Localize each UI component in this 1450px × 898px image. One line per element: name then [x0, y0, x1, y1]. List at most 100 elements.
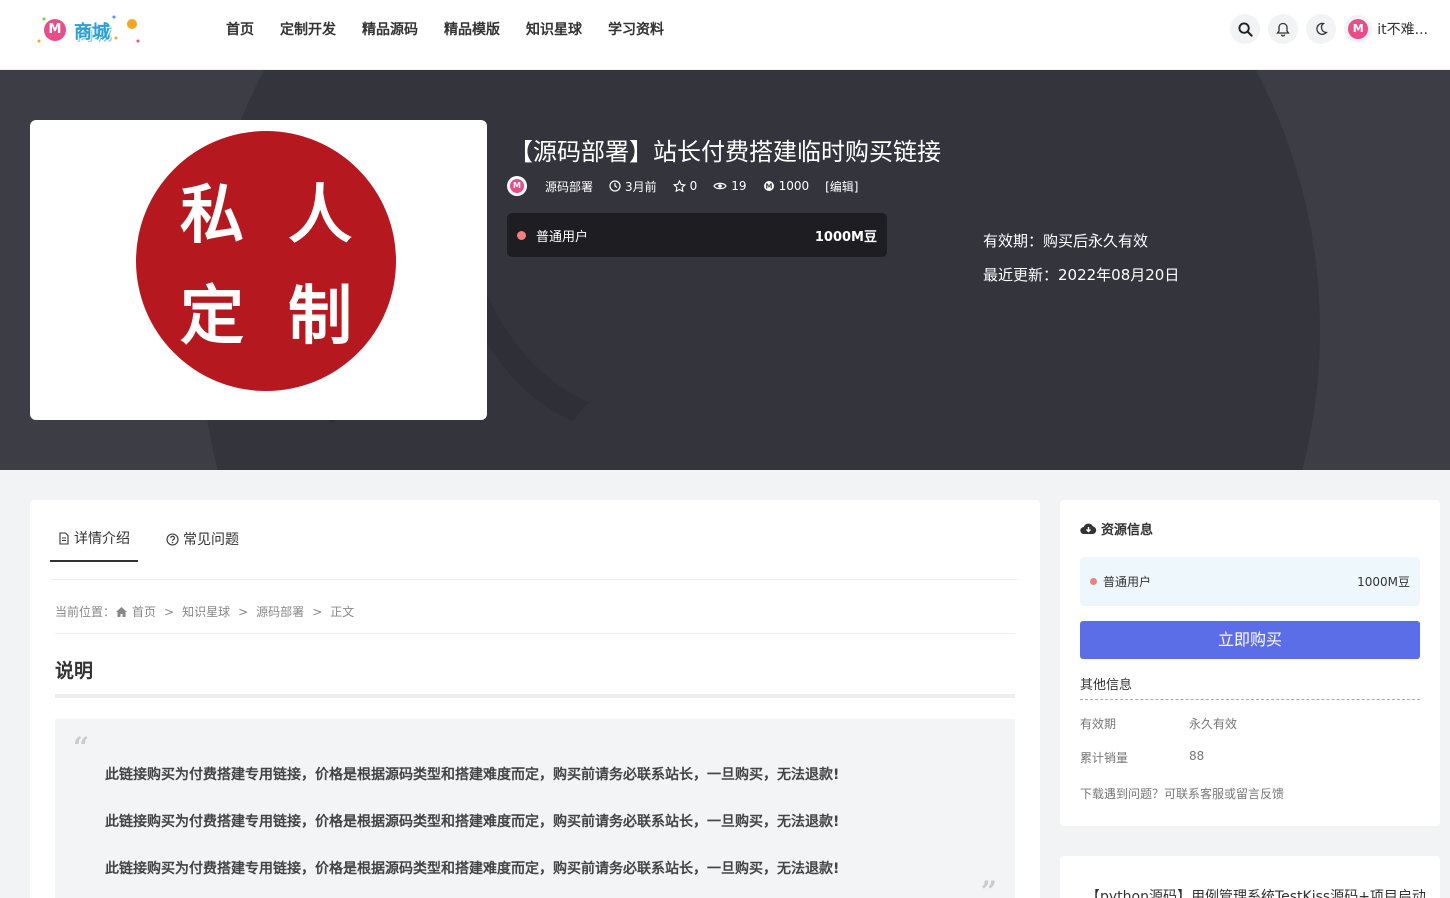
favorites[interactable]: 0	[672, 179, 698, 193]
author-avatar[interactable]: M	[507, 176, 527, 196]
site-logo[interactable]: M 商城	[36, 14, 142, 46]
bell-icon	[1276, 22, 1291, 37]
updated-text: 最近更新：2022年08月20日	[983, 266, 1180, 284]
views-count: 19	[731, 179, 747, 193]
help-text[interactable]: 下载遇到问题？可联系客服或留言反馈	[1080, 785, 1284, 802]
moon-icon	[1316, 22, 1329, 35]
buy-now-button[interactable]: 立即购买	[1080, 621, 1420, 659]
sidebar-price-amount: 1000M豆	[1357, 575, 1410, 589]
nav-custom-dev[interactable]: 定制开发	[280, 19, 336, 41]
tab-faq-label: 常见问题	[183, 532, 239, 548]
info-value: 永久有效	[1189, 717, 1238, 731]
seal-char-3: 定	[180, 279, 244, 354]
price-option-amount: 1000M豆	[814, 229, 877, 245]
tab-details-label: 详情介绍	[74, 531, 130, 547]
quote-line-2: 此链接购买为付费搭建专用链接，价格是根据源码类型和搭建难度而定，购买前请务必联系…	[105, 814, 840, 830]
sidebar-price-option[interactable]: 普通用户 1000M豆	[1080, 557, 1420, 606]
breadcrumb-sep: >	[164, 604, 175, 619]
breadcrumb-category[interactable]: 源码部署	[256, 603, 304, 620]
product-meta: M 源码部署 3月前 0 19 M 1000 [编辑]	[507, 176, 875, 196]
avatar-m-icon: M	[1348, 19, 1369, 39]
notification-button[interactable]	[1268, 14, 1299, 44]
post-time-value: 3月前	[625, 179, 657, 194]
coin-icon: M	[763, 181, 774, 191]
resource-info-card: 资源信息 普通用户 1000M豆 立即购买 其他信息 有效期 永久有效 累计销量…	[1060, 500, 1440, 826]
nav-source-code[interactable]: 精品源码	[362, 19, 418, 41]
sidebar-price-label: 普通用户	[1103, 575, 1152, 589]
product-cover-image[interactable]: 私 人 定 制	[30, 120, 487, 420]
info-key: 累计销量	[1080, 751, 1129, 765]
breadcrumb-home[interactable]: 首页	[115, 603, 156, 620]
resource-info-title: 资源信息	[1080, 519, 1153, 538]
info-key: 有效期	[1080, 717, 1117, 731]
price-option-label: 普通用户	[536, 229, 589, 245]
tabs-divider	[50, 579, 1020, 580]
other-info-title: 其他信息	[1080, 678, 1133, 693]
star-icon	[672, 179, 686, 192]
nav-learning[interactable]: 学习资料	[608, 19, 664, 41]
price-option[interactable]: 普通用户 1000M豆	[507, 213, 887, 257]
nav-home[interactable]: 首页	[226, 19, 254, 41]
info-row-validity: 有效期 永久有效	[1080, 715, 1237, 732]
info-value: 88	[1189, 749, 1205, 763]
user-name: it不难...	[1377, 22, 1428, 38]
clock-icon	[609, 180, 621, 192]
quote-line-3: 此链接购买为付费搭建专用链接，价格是根据源码类型和搭建难度而定，购买前请务必联系…	[105, 861, 840, 877]
author-name[interactable]: 源码部署	[545, 178, 593, 195]
user-menu[interactable]: M it不难...	[1344, 15, 1428, 43]
search-icon	[1238, 21, 1253, 37]
description-quote: “ 此链接购买为付费搭建专用链接，价格是根据源码类型和搭建难度而定，购买前请务必…	[55, 719, 1015, 898]
status-dot	[1090, 578, 1097, 585]
close-quote-icon: ”	[980, 875, 997, 898]
quote-line-1: 此链接购买为付费搭建专用链接，价格是根据源码类型和搭建难度而定，购买前请务必联系…	[105, 767, 840, 783]
section-title: 说明	[55, 660, 94, 682]
content-tabs: 详情介绍 常见问题	[50, 520, 267, 562]
nav-templates[interactable]: 精品模版	[444, 19, 500, 41]
site-header: M 商城 首页 定制开发 精品源码 精品模版 知识星球 学习资料 M it不难.…	[0, 0, 1450, 70]
logo-text: 商城	[74, 22, 110, 43]
breadcrumb-prefix: 当前位置：	[55, 605, 116, 619]
info-row-sales: 累计销量 88	[1080, 749, 1204, 766]
home-icon	[116, 606, 128, 617]
seal-char-4: 制	[288, 279, 352, 354]
document-icon	[59, 531, 69, 545]
status-dot	[517, 230, 526, 240]
product-hero: 人 定 制 私 人 定 制 【源码部署】站长付费搭建临时购买链接 M 源码部署 …	[0, 70, 1450, 470]
theme-toggle-button[interactable]	[1306, 14, 1337, 44]
post-time: 3月前	[609, 178, 657, 195]
cloud-download-icon	[1080, 523, 1097, 535]
tab-details[interactable]: 详情介绍	[50, 520, 138, 562]
nav-knowledge[interactable]: 知识星球	[526, 19, 582, 41]
open-quote-icon: “	[73, 731, 90, 764]
breadcrumb-current: 正文	[330, 605, 355, 619]
views: 19	[713, 179, 747, 193]
author-m-icon: M	[510, 179, 524, 193]
edit-link[interactable]: [编辑]	[825, 178, 858, 195]
avatar: M	[1344, 15, 1373, 43]
breadcrumb-sep: >	[238, 604, 249, 619]
product-info: 有效期：购买后永久有效 最近更新：2022年08月20日	[983, 224, 1179, 292]
related-post-card[interactable]: 【python源码】用例管理系统TestKiss源码+项目启动	[1060, 856, 1440, 898]
svg-text:M: M	[765, 183, 772, 191]
favorites-count: 0	[689, 179, 698, 193]
seal-char-1: 私	[180, 178, 244, 253]
breadcrumb: 当前位置： 首页 > 知识星球 > 源码部署 > 正文	[55, 603, 354, 620]
other-info-divider	[1080, 699, 1420, 700]
breadcrumb-divider	[55, 633, 1015, 634]
question-icon	[166, 532, 179, 546]
seal-char-2: 人	[288, 178, 352, 253]
breadcrumb-knowledge[interactable]: 知识星球	[182, 603, 230, 620]
eye-icon	[713, 182, 727, 190]
main-nav: 首页 定制开发 精品源码 精品模版 知识星球 学习资料	[226, 19, 690, 41]
breadcrumb-home-label: 首页	[132, 605, 157, 619]
content-card: 详情介绍 常见问题 当前位置： 首页 > 知识星球 > 源码部署 > 正文 说明…	[30, 500, 1040, 898]
search-button[interactable]	[1230, 14, 1261, 44]
related-post-title[interactable]: 【python源码】用例管理系统TestKiss源码+项目启动	[1086, 886, 1426, 898]
breadcrumb-sep: >	[312, 604, 323, 619]
seal-image: 私 人 定 制	[136, 131, 396, 391]
price-meta-value: 1000	[778, 179, 810, 193]
logo-m-icon: M	[44, 19, 66, 41]
validity-text: 有效期：购买后永久有效	[983, 232, 1149, 250]
tab-faq[interactable]: 常见问题	[158, 520, 247, 562]
section-title-divider	[55, 694, 1015, 698]
